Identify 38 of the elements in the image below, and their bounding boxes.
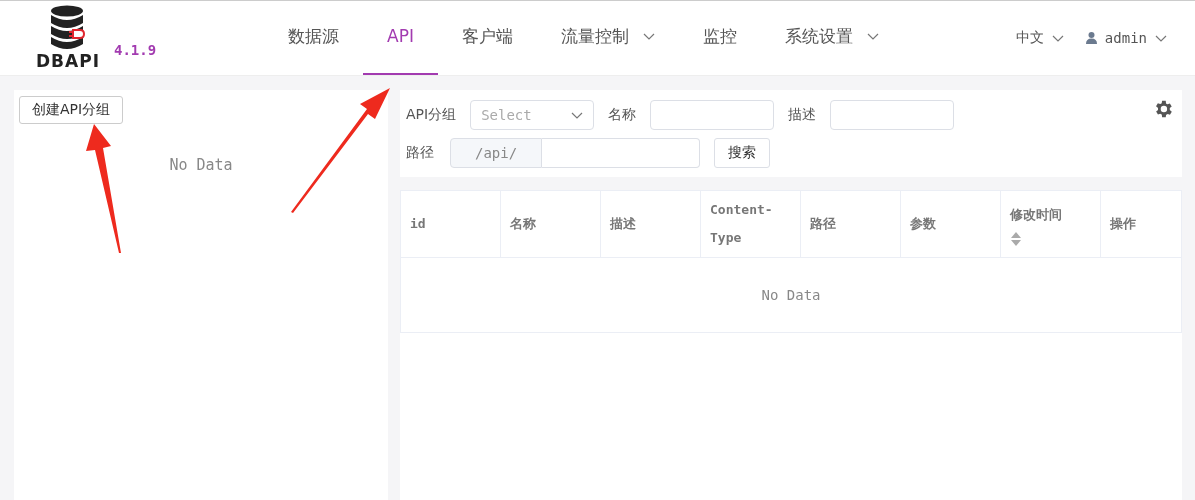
logo-text: DBAPI	[36, 51, 100, 71]
column-header: 路径	[810, 215, 837, 233]
user-menu[interactable]: admin	[1085, 30, 1167, 46]
nav-tab[interactable]: 流量控制	[536, 1, 679, 75]
field-label: API分组	[406, 106, 457, 124]
field-label: 描述	[788, 106, 817, 124]
chevron-down-icon	[642, 32, 655, 40]
empty-message: No Data	[760, 286, 822, 305]
path-input[interactable]	[542, 138, 700, 168]
sort-icon[interactable]	[1010, 231, 1022, 247]
column-header: 操作	[1110, 215, 1137, 233]
nav-tab[interactable]: 客户端	[437, 1, 537, 75]
create-group-button[interactable]: 创建API分组	[19, 96, 124, 124]
database-icon	[50, 5, 86, 51]
column-header: 修改时间	[1010, 206, 1063, 224]
chevron-down-icon	[571, 111, 584, 119]
nav-tab[interactable]: API	[363, 1, 438, 75]
search-button[interactable]: 搜索	[714, 138, 770, 168]
name-input[interactable]	[650, 100, 775, 130]
column-header: Content-Type	[710, 201, 774, 247]
path-prefix: /api/	[450, 138, 543, 168]
column-header: id	[410, 215, 427, 233]
chevron-down-icon	[1051, 34, 1064, 42]
chevron-down-icon	[866, 32, 879, 40]
chevron-down-icon	[1155, 34, 1167, 42]
version-label: 4.1.9	[114, 42, 157, 58]
field-label: 名称	[608, 106, 637, 124]
column-header: 描述	[610, 215, 637, 233]
column-header: 参数	[910, 215, 937, 233]
field-label: 路径	[406, 144, 434, 162]
user-icon	[1085, 32, 1097, 44]
nav-tab[interactable]: 数据源	[264, 1, 363, 75]
nav-tab[interactable]: 系统设置	[760, 1, 903, 75]
language-menu[interactable]: 中文	[1015, 29, 1064, 47]
description-input[interactable]	[830, 100, 955, 130]
column-header: 名称	[510, 215, 537, 233]
empty-message: No Data	[168, 156, 234, 174]
nav-tab[interactable]: 监控	[678, 1, 761, 75]
